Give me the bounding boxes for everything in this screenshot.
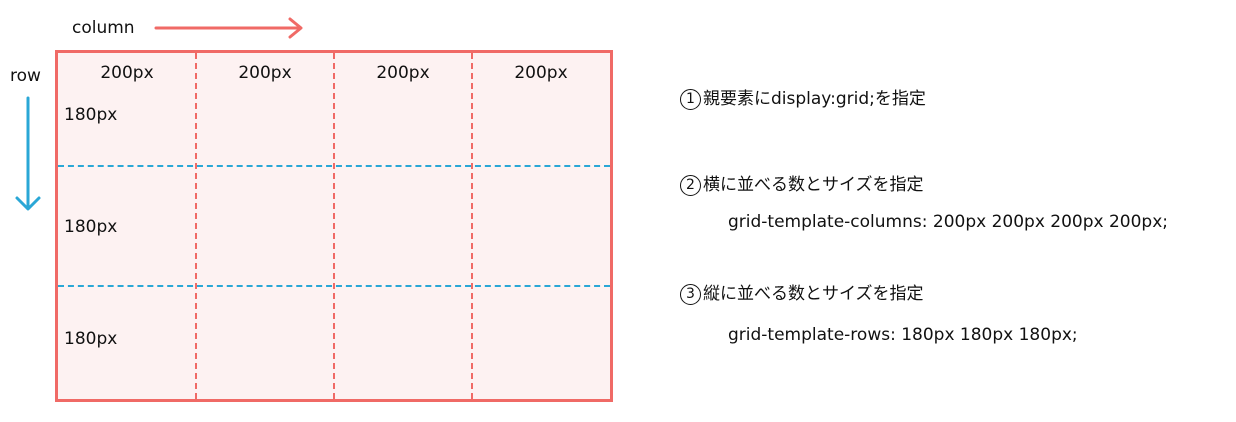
step-number-badge: 3 xyxy=(680,283,701,305)
column-arrow-icon xyxy=(154,17,303,39)
column-size-label: 200px xyxy=(238,63,292,83)
column-size-label: 200px xyxy=(514,63,568,83)
column-divider xyxy=(333,53,335,399)
row-size-label: 180px xyxy=(64,105,118,125)
step-2: 2 横に並べる数とサイズを指定 xyxy=(680,173,924,197)
step-number-badge: 1 xyxy=(680,88,701,110)
column-size-label: 200px xyxy=(100,63,154,83)
row-size-label: 180px xyxy=(64,329,118,349)
row-divider xyxy=(58,165,610,167)
step-3: 3 縦に並べる数とサイズを指定 xyxy=(680,282,924,306)
row-size-label: 180px xyxy=(64,217,118,237)
column-label: column xyxy=(72,18,135,38)
grid-container: 200px 200px 200px 200px 180px 180px 180p… xyxy=(55,50,613,402)
step-text: 横に並べる数とサイズを指定 xyxy=(703,175,924,195)
row-label: row xyxy=(10,66,41,86)
column-divider xyxy=(471,53,473,399)
row-divider xyxy=(58,285,610,287)
code-grid-template-columns: grid-template-columns: 200px 200px 200px… xyxy=(728,212,1169,232)
column-size-label: 200px xyxy=(376,63,430,83)
column-divider xyxy=(195,53,197,399)
step-text: 縦に並べる数とサイズを指定 xyxy=(703,284,924,304)
row-arrow-icon xyxy=(15,96,41,211)
step-text: 親要素にdisplay:grid;を指定 xyxy=(703,89,926,109)
step-number-badge: 2 xyxy=(680,174,701,196)
step-1: 1 親要素にdisplay:grid;を指定 xyxy=(680,87,926,111)
code-grid-template-rows: grid-template-rows: 180px 180px 180px; xyxy=(728,325,1078,345)
